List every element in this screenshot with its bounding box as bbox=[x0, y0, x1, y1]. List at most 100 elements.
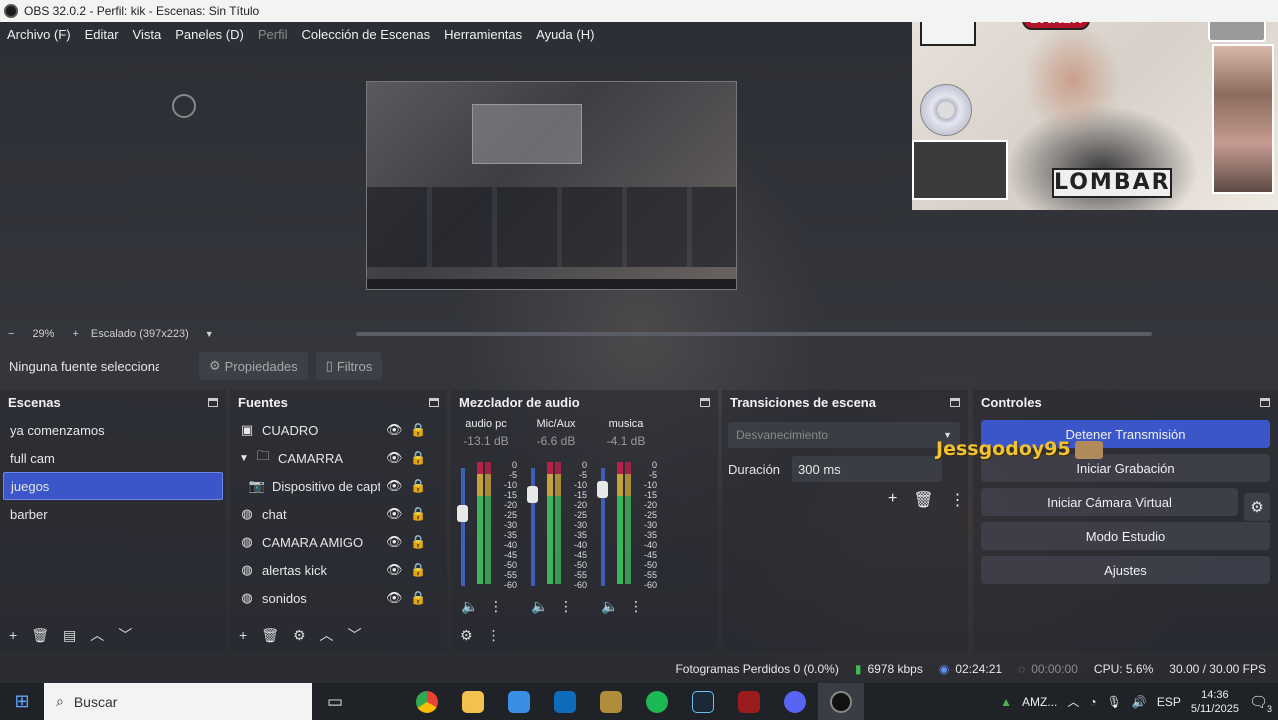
notifications-icon[interactable]: 🗨 3 bbox=[1249, 693, 1272, 714]
scene-filters-icon[interactable]: ▤ bbox=[63, 627, 76, 644]
menu-ayuda[interactable]: Ayuda (H) bbox=[529, 27, 601, 42]
move-down-icon[interactable]: ﹀ bbox=[348, 625, 362, 645]
eye-icon[interactable]: 👁 bbox=[386, 450, 403, 466]
advanced-audio-icon[interactable]: ⚙ bbox=[460, 627, 473, 644]
channel-menu-icon[interactable]: ⋮ bbox=[629, 598, 643, 615]
preview-canvas[interactable] bbox=[366, 81, 737, 290]
steam-icon[interactable] bbox=[680, 683, 726, 720]
scene-item-juegos[interactable]: juegos bbox=[3, 472, 223, 500]
outlook-icon[interactable] bbox=[542, 683, 588, 720]
obs-taskbar-icon[interactable] bbox=[818, 683, 864, 720]
menu-vista[interactable]: Vista bbox=[126, 27, 169, 42]
undock-icon[interactable] bbox=[950, 397, 960, 407]
file-explorer-icon[interactable] bbox=[450, 683, 496, 720]
league-icon[interactable] bbox=[588, 683, 634, 720]
scene-item-barber[interactable]: barber bbox=[0, 500, 226, 528]
scene-item-full-cam[interactable]: full cam bbox=[0, 444, 226, 472]
copilot-icon[interactable] bbox=[358, 683, 404, 720]
lock-icon[interactable]: 🔒 bbox=[410, 590, 426, 606]
lock-icon[interactable]: 🔒 bbox=[410, 478, 426, 494]
undock-icon[interactable] bbox=[700, 397, 710, 407]
transition-select[interactable]: Desvanecimiento ▼ bbox=[728, 422, 960, 448]
spotify-icon[interactable] bbox=[634, 683, 680, 720]
undock-icon[interactable] bbox=[1260, 397, 1270, 407]
move-up-icon[interactable]: ︿ bbox=[90, 625, 104, 645]
lock-icon[interactable]: 🔒 bbox=[410, 506, 426, 522]
weather-label[interactable]: AMZ... bbox=[1022, 695, 1057, 709]
lock-icon[interactable]: 🔒 bbox=[410, 534, 426, 550]
eye-icon[interactable]: 👁 bbox=[386, 478, 403, 494]
source-item[interactable]: ◍ alertas kick 👁 🔒 bbox=[230, 556, 447, 584]
add-transition-icon[interactable]: + bbox=[888, 490, 897, 510]
menu-coleccion-escenas[interactable]: Colección de Escenas bbox=[294, 27, 437, 42]
lock-icon[interactable]: 🔒 bbox=[410, 450, 426, 466]
speaker-icon[interactable]: 🔈 bbox=[461, 598, 478, 615]
chevron-down-icon[interactable]: ▼ bbox=[205, 329, 214, 339]
virtual-camera-settings-button[interactable]: ⚙ bbox=[1244, 493, 1270, 521]
move-up-icon[interactable]: ︿ bbox=[320, 625, 334, 645]
clock[interactable]: 14:36 5/11/2025 bbox=[1191, 688, 1239, 716]
eye-icon[interactable]: 👁 bbox=[386, 506, 403, 522]
volume-slider-handle[interactable] bbox=[527, 485, 538, 503]
eye-icon[interactable]: 👁 bbox=[386, 590, 403, 606]
zoom-in-button[interactable]: + bbox=[72, 328, 78, 340]
chrome-icon[interactable] bbox=[404, 683, 450, 720]
speaker-icon[interactable]: 🔈 bbox=[531, 598, 548, 615]
lock-icon[interactable]: 🔒 bbox=[410, 562, 426, 578]
menu-herramientas[interactable]: Herramientas bbox=[437, 27, 529, 42]
trash-icon[interactable]: 🗑 bbox=[913, 490, 933, 510]
undock-icon[interactable] bbox=[208, 397, 218, 407]
undock-icon[interactable] bbox=[429, 397, 439, 407]
db-scale: 0 -5 -10 -15 -20 -25 -30 -35 -40 -45 -50 -55 -60 bbox=[499, 460, 517, 590]
move-down-icon[interactable]: ﹀ bbox=[118, 625, 132, 645]
store-icon[interactable] bbox=[496, 683, 542, 720]
windows-start-icon[interactable]: ⊞ bbox=[0, 691, 44, 712]
source-item[interactable]: ▼ 🗀 CAMARRA 👁 🔒 bbox=[230, 444, 447, 472]
add-scene-icon[interactable]: + bbox=[9, 627, 17, 643]
gear-icon[interactable]: ⚙ bbox=[293, 627, 306, 644]
source-item[interactable]: ◍ chat 👁 🔒 bbox=[230, 500, 447, 528]
mixer-menu-icon[interactable]: ⋮ bbox=[487, 627, 501, 644]
zoom-out-button[interactable]: − bbox=[8, 328, 14, 340]
taskbar-search[interactable]: ⌕ Buscar bbox=[44, 683, 312, 720]
duration-input[interactable]: 300 ms bbox=[792, 456, 943, 482]
lock-icon[interactable]: 🔒 bbox=[410, 422, 426, 438]
scene-item-ya-comenzamos[interactable]: ya comenzamos bbox=[0, 416, 226, 444]
preview-horizontal-scrollbar[interactable] bbox=[356, 332, 1152, 336]
eye-icon[interactable]: 👁 bbox=[386, 534, 403, 550]
volume-slider-handle[interactable] bbox=[457, 504, 468, 522]
menu-paneles[interactable]: Paneles (D) bbox=[168, 27, 251, 42]
source-item[interactable]: ▣ CUADRO 👁 🔒 bbox=[230, 416, 447, 444]
trash-icon[interactable]: 🗑 bbox=[261, 627, 279, 644]
virtual-camera-button[interactable]: Iniciar Cámara Virtual bbox=[981, 488, 1238, 516]
properties-button[interactable]: ⚙ Propiedades bbox=[199, 352, 308, 380]
tray-chevron-up-icon[interactable]: ︿ bbox=[1067, 693, 1079, 710]
mic-icon[interactable]: 🎙 bbox=[1107, 695, 1122, 709]
source-item[interactable]: 📷 Dispositivo de captura 👁 🔒 bbox=[230, 472, 447, 500]
menu-editar[interactable]: Editar bbox=[78, 27, 126, 42]
eye-icon[interactable]: 👁 bbox=[386, 562, 403, 578]
transition-menu-icon[interactable]: ⋮ bbox=[950, 490, 966, 510]
menu-archivo[interactable]: Archivo (F) bbox=[0, 27, 78, 42]
chevron-down-icon[interactable]: ▼ bbox=[238, 453, 250, 464]
source-item[interactable]: ◍ sonidos 👁 🔒 bbox=[230, 584, 447, 612]
filters-button[interactable]: ▯ Filtros bbox=[315, 352, 383, 380]
menu-perfil[interactable]: Perfil bbox=[251, 27, 295, 42]
wifi-icon[interactable]: ◔ bbox=[1089, 695, 1096, 709]
voicemeeter-icon[interactable] bbox=[726, 683, 772, 720]
discord-icon[interactable] bbox=[772, 683, 818, 720]
volume-slider-handle[interactable] bbox=[597, 481, 608, 499]
settings-button[interactable]: Ajustes bbox=[981, 556, 1270, 584]
language-indicator[interactable]: ESP bbox=[1157, 695, 1181, 709]
task-view-icon[interactable]: ▭ bbox=[312, 683, 358, 720]
speaker-icon[interactable]: 🔈 bbox=[601, 598, 618, 615]
trash-icon[interactable]: 🗑 bbox=[31, 627, 49, 644]
volume-icon[interactable]: 🔊 bbox=[1132, 695, 1147, 709]
source-item[interactable]: ◍ CAMARA AMIGO 👁 🔒 bbox=[230, 528, 447, 556]
add-source-icon[interactable]: + bbox=[239, 627, 247, 643]
channel-menu-icon[interactable]: ⋮ bbox=[559, 598, 573, 615]
eye-icon[interactable]: 👁 bbox=[386, 422, 403, 438]
channel-menu-icon[interactable]: ⋮ bbox=[489, 598, 503, 615]
studio-mode-button[interactable]: Modo Estudio bbox=[981, 522, 1270, 550]
volume-slider[interactable] bbox=[461, 468, 465, 586]
